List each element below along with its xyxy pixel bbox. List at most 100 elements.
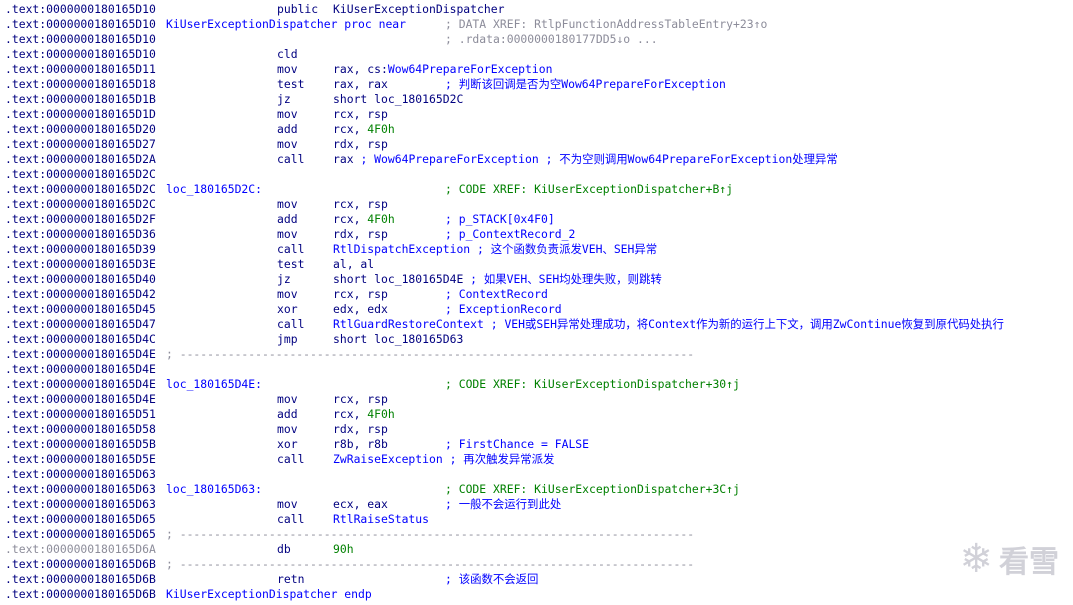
operand-text[interactable]: rax, rax bbox=[333, 77, 388, 91]
instruction-mnemonic[interactable]: test bbox=[277, 77, 304, 92]
operand-text[interactable]: rcx, rsp bbox=[333, 197, 388, 211]
line-address[interactable]: .text:0000000180165D6A bbox=[5, 542, 156, 557]
line-address[interactable]: .text:0000000180165D4E bbox=[5, 377, 156, 392]
code-label[interactable]: loc_180165D63: bbox=[166, 482, 262, 497]
line-address[interactable]: .text:0000000180165D2C bbox=[5, 167, 156, 182]
operand-text[interactable]: rcx, bbox=[333, 407, 367, 421]
code-label[interactable]: loc_180165D4E: bbox=[166, 377, 262, 392]
operand-text[interactable]: rcx, bbox=[333, 212, 367, 226]
line-address[interactable]: .text:0000000180165D6B bbox=[5, 557, 156, 572]
operand-text[interactable]: r8b, r8b bbox=[333, 437, 388, 451]
line-address[interactable]: .text:0000000180165D4E bbox=[5, 362, 156, 377]
instruction-operands[interactable]: rcx, 4F0h bbox=[333, 212, 395, 227]
instruction-mnemonic[interactable]: add bbox=[277, 212, 298, 227]
instruction-operands[interactable]: rcx, 4F0h bbox=[333, 122, 395, 137]
operand-text[interactable]: rcx, rsp bbox=[333, 392, 388, 406]
instruction-operands[interactable]: 90h bbox=[333, 542, 354, 557]
instruction-mnemonic[interactable]: mov bbox=[277, 392, 298, 407]
instruction-operands[interactable]: short loc_180165D4E ; 如果VEH、SEH均处理失败，则跳转 bbox=[333, 272, 662, 287]
instruction-operands[interactable]: rax, cs:Wow64PrepareForException bbox=[333, 62, 552, 77]
instruction-mnemonic[interactable]: mov bbox=[277, 497, 298, 512]
instruction-mnemonic[interactable]: add bbox=[277, 407, 298, 422]
line-address[interactable]: .text:0000000180165D10 bbox=[5, 47, 156, 62]
line-address[interactable]: .text:0000000180165D63 bbox=[5, 482, 156, 497]
instruction-mnemonic[interactable]: call bbox=[277, 152, 304, 167]
line-address[interactable]: .text:0000000180165D10 bbox=[5, 17, 156, 32]
operand-symbol[interactable]: RtlGuardRestoreContext bbox=[333, 317, 484, 331]
line-address[interactable]: .text:0000000180165D40 bbox=[5, 272, 156, 287]
instruction-operands[interactable]: rcx, rsp bbox=[333, 392, 388, 407]
line-address[interactable]: .text:0000000180165D1B bbox=[5, 92, 156, 107]
instruction-mnemonic[interactable]: mov bbox=[277, 287, 298, 302]
line-address[interactable]: .text:0000000180165D42 bbox=[5, 287, 156, 302]
instruction-mnemonic[interactable]: retn bbox=[277, 572, 304, 587]
instruction-mnemonic[interactable]: xor bbox=[277, 302, 298, 317]
instruction-mnemonic[interactable]: mov bbox=[277, 422, 298, 437]
instruction-mnemonic[interactable]: mov bbox=[277, 137, 298, 152]
instruction-operands[interactable]: rax, rax bbox=[333, 77, 388, 92]
line-address[interactable]: .text:0000000180165D6B bbox=[5, 587, 156, 602]
instruction-operands[interactable]: al, al bbox=[333, 257, 374, 272]
operand-text[interactable]: rdx, rsp bbox=[333, 137, 388, 151]
instruction-operands[interactable]: rcx, rsp bbox=[333, 287, 388, 302]
line-address[interactable]: .text:0000000180165D39 bbox=[5, 242, 156, 257]
operand-text[interactable]: rdx, rsp bbox=[333, 422, 388, 436]
line-address[interactable]: .text:0000000180165D2F bbox=[5, 212, 156, 227]
instruction-operands[interactable]: rax ; Wow64PrepareForException ; 不为空则调用W… bbox=[333, 152, 838, 167]
line-address[interactable]: .text:0000000180165D63 bbox=[5, 497, 156, 512]
operand-text[interactable]: short loc_180165D4E bbox=[333, 272, 463, 286]
instruction-operands[interactable]: edx, edx bbox=[333, 302, 388, 317]
operand-text[interactable]: rcx, rsp bbox=[333, 107, 388, 121]
operand-text[interactable]: short loc_180165D2C bbox=[333, 92, 463, 106]
instruction-mnemonic[interactable]: public bbox=[277, 2, 318, 17]
instruction-operands[interactable]: rdx, rsp bbox=[333, 137, 388, 152]
instruction-operands[interactable]: rcx, 4F0h bbox=[333, 407, 395, 422]
line-address[interactable]: .text:0000000180165D10 bbox=[5, 2, 156, 17]
line-address[interactable]: .text:0000000180165D36 bbox=[5, 227, 156, 242]
instruction-operands[interactable]: short loc_180165D2C bbox=[333, 92, 463, 107]
instruction-mnemonic[interactable]: mov bbox=[277, 197, 298, 212]
instruction-mnemonic[interactable]: xor bbox=[277, 437, 298, 452]
instruction-operands[interactable]: short loc_180165D63 bbox=[333, 332, 463, 347]
code-label[interactable]: loc_180165D2C: bbox=[166, 182, 262, 197]
operand-text[interactable]: rcx, rsp bbox=[333, 287, 388, 301]
code-label[interactable]: KiUserExceptionDispatcher proc near bbox=[166, 17, 406, 32]
line-address[interactable]: .text:0000000180165D10 bbox=[5, 32, 156, 47]
instruction-mnemonic[interactable]: call bbox=[277, 512, 304, 527]
instruction-mnemonic[interactable]: call bbox=[277, 242, 304, 257]
operand-text[interactable]: short loc_180165D63 bbox=[333, 332, 463, 346]
instruction-mnemonic[interactable]: jmp bbox=[277, 332, 298, 347]
instruction-mnemonic[interactable]: call bbox=[277, 317, 304, 332]
operand-text[interactable]: rdx, rsp bbox=[333, 227, 388, 241]
instruction-operands[interactable]: rdx, rsp bbox=[333, 422, 388, 437]
line-address[interactable]: .text:0000000180165D5E bbox=[5, 452, 156, 467]
line-address[interactable]: .text:0000000180165D45 bbox=[5, 302, 156, 317]
line-address[interactable]: .text:0000000180165D20 bbox=[5, 122, 156, 137]
code-label[interactable]: KiUserExceptionDispatcher endp bbox=[166, 587, 372, 602]
instruction-mnemonic[interactable]: mov bbox=[277, 227, 298, 242]
instruction-mnemonic[interactable]: cld bbox=[277, 47, 298, 62]
line-address[interactable]: .text:0000000180165D18 bbox=[5, 77, 156, 92]
operand-symbol[interactable]: RtlRaiseStatus bbox=[333, 512, 429, 526]
line-address[interactable]: .text:0000000180165D2C bbox=[5, 197, 156, 212]
instruction-mnemonic[interactable]: mov bbox=[277, 107, 298, 122]
instruction-operands[interactable]: KiUserExceptionDispatcher bbox=[333, 2, 504, 17]
instruction-mnemonic[interactable]: db bbox=[277, 542, 291, 557]
instruction-mnemonic[interactable]: call bbox=[277, 452, 304, 467]
line-address[interactable]: .text:0000000180165D27 bbox=[5, 137, 156, 152]
line-address[interactable]: .text:0000000180165D11 bbox=[5, 62, 156, 77]
operand-text[interactable]: al, al bbox=[333, 257, 374, 271]
instruction-operands[interactable]: r8b, r8b bbox=[333, 437, 388, 452]
line-address[interactable]: .text:0000000180165D65 bbox=[5, 527, 156, 542]
instruction-operands[interactable]: ZwRaiseException ; 再次触发异常派发 bbox=[333, 452, 554, 467]
line-address[interactable]: .text:0000000180165D5B bbox=[5, 437, 156, 452]
instruction-mnemonic[interactable]: mov bbox=[277, 62, 298, 77]
instruction-operands[interactable]: rcx, rsp bbox=[333, 107, 388, 122]
operand-text[interactable]: ecx, eax bbox=[333, 497, 388, 511]
instruction-operands[interactable]: rdx, rsp bbox=[333, 227, 388, 242]
line-address[interactable]: .text:0000000180165D2C bbox=[5, 182, 156, 197]
instruction-mnemonic[interactable]: test bbox=[277, 257, 304, 272]
instruction-operands[interactable]: RtlGuardRestoreContext ; VEH或SEH异常处理成功，将… bbox=[333, 317, 1004, 332]
operand-text[interactable]: rcx, bbox=[333, 122, 367, 136]
line-address[interactable]: .text:0000000180165D51 bbox=[5, 407, 156, 422]
